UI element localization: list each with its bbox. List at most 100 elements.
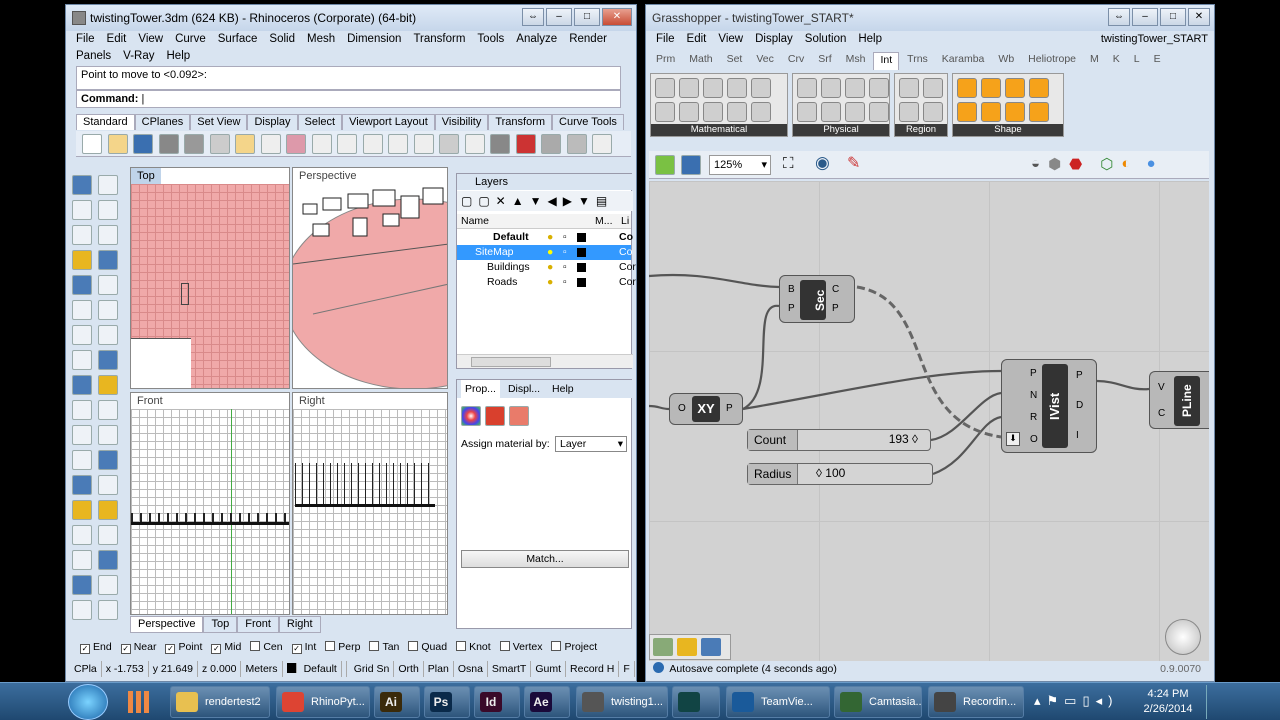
rhino-titlebar[interactable]: twistingTower.3dm (624 KB) - Rhinoceros …: [66, 5, 636, 31]
layer-row[interactable]: Roads ● ▫ Cor: [457, 275, 636, 290]
left-tool-icon[interactable]: [98, 275, 118, 295]
standard-tool-icon[interactable]: [158, 134, 179, 154]
taskbar-item[interactable]: Ae: [524, 686, 570, 718]
material-preview-icon[interactable]: ◐: [1121, 155, 1130, 173]
toolbar-tab-select[interactable]: Select: [297, 114, 343, 130]
gh-tab-wb[interactable]: Wb: [992, 52, 1020, 70]
rhino-menu-analyze[interactable]: Analyze: [516, 33, 557, 45]
selected-only-icon[interactable]: ⬣: [1069, 155, 1082, 173]
left-tool-icon[interactable]: [72, 175, 92, 195]
gh-close-button[interactable]: ✕: [1188, 8, 1210, 26]
ribbon-component-icon[interactable]: [899, 78, 919, 98]
osnap-checkbox[interactable]: ✓: [80, 644, 90, 654]
osnap-checkbox[interactable]: ✓: [120, 644, 131, 654]
pencil-icon[interactable]: [653, 638, 673, 656]
status-toggle[interactable]: Gumt: [531, 661, 567, 677]
toolbar-tab-set-view[interactable]: Set View: [190, 114, 248, 130]
rhino-menu-help[interactable]: Help: [167, 50, 191, 62]
left-tool-icon[interactable]: [98, 400, 118, 420]
clock[interactable]: 4:24 PM 2/26/2014: [1138, 687, 1198, 717]
toolbar-tab-transform[interactable]: Transform: [488, 114, 553, 130]
ribbon-group-label[interactable]: Region: [895, 124, 947, 136]
viewport-perspective-label[interactable]: Perspective: [293, 168, 362, 184]
osnap-point[interactable]: ✓ Point: [165, 641, 202, 654]
display-mode-icons[interactable]: ◒ ⬢ ⬣ ⬡ ◐ ●: [1031, 155, 1156, 173]
sketch-pen-icon[interactable]: ✎: [847, 153, 860, 173]
gh-tab-heliotrope[interactable]: Heliotrope: [1022, 52, 1082, 70]
viewport-tab-front[interactable]: Front: [237, 616, 279, 633]
ribbon-component-icon[interactable]: [727, 78, 747, 98]
ivist-component[interactable]: P N R O ⬇ IVist P D I: [1001, 359, 1097, 453]
viewport-perspective[interactable]: Perspective: [292, 167, 448, 389]
assign-material-select[interactable]: Layer ▾: [555, 436, 627, 452]
rhino-menu-solid[interactable]: Solid: [269, 33, 295, 45]
pline-component[interactable]: V C PLine: [1149, 371, 1209, 429]
left-tool-icon[interactable]: [72, 575, 92, 595]
taskbar-item[interactable]: Ai: [374, 686, 420, 718]
standard-tool-icon[interactable]: [82, 134, 102, 154]
standard-tool-icon[interactable]: [184, 134, 204, 154]
status-toggle[interactable]: Record H: [566, 661, 620, 677]
command-line[interactable]: Command: |: [76, 90, 621, 108]
gh-tab-prm[interactable]: Prm: [650, 52, 681, 70]
left-tool-icon[interactable]: [72, 275, 92, 295]
ribbon-group-label[interactable]: Mathematical: [651, 124, 787, 136]
left-tool-icon[interactable]: [72, 300, 92, 320]
left-tool-icon[interactable]: [98, 250, 118, 270]
osnap-knot[interactable]: Knot: [456, 641, 491, 653]
rhino-menu-curve[interactable]: Curve: [175, 33, 206, 45]
layer-visible-icon[interactable]: ●: [547, 275, 553, 290]
taskbar-item[interactable]: Camtasia...: [834, 686, 922, 718]
osnap-mid[interactable]: ✓ Mid: [211, 641, 241, 654]
ribbon-component-icon[interactable]: [727, 102, 747, 122]
left-tool-icon[interactable]: [72, 325, 92, 345]
osnap-near[interactable]: ✓ Near: [120, 641, 156, 654]
toolbar-tab-curve-tools[interactable]: Curve Tools: [552, 114, 624, 130]
layer-color-swatch[interactable]: [577, 233, 586, 242]
status-toggle[interactable]: SmartT: [488, 661, 532, 677]
viewport-front[interactable]: Front: [130, 392, 290, 615]
taskbar-item[interactable]: RhinoPyt...: [276, 686, 370, 718]
open-file-icon[interactable]: [655, 155, 675, 175]
viewport-front-label[interactable]: Front: [131, 393, 169, 409]
ribbon-group-label[interactable]: Shape: [953, 124, 1063, 136]
status-toggle[interactable]: Plan: [424, 661, 454, 677]
left-tool-icon[interactable]: [72, 500, 92, 520]
ribbon-component-icon[interactable]: [655, 78, 675, 98]
osnap-checkbox[interactable]: [551, 641, 562, 651]
standard-tool-icon[interactable]: [235, 134, 255, 154]
minimize-button[interactable]: –: [546, 8, 572, 26]
gh-menu-file[interactable]: File: [656, 33, 675, 45]
left-tool-icon[interactable]: [72, 400, 92, 420]
left-tool-icon[interactable]: [98, 350, 118, 370]
layer-visible-icon[interactable]: ●: [547, 230, 553, 245]
taskbar-item[interactable]: Ps: [424, 686, 470, 718]
props-tab[interactable]: Help: [548, 380, 578, 398]
gh-tab-math[interactable]: Math: [683, 52, 718, 70]
osnap-quad[interactable]: Quad: [408, 641, 447, 653]
viewport-right-label[interactable]: Right: [293, 393, 331, 409]
layers-scrollbar[interactable]: [457, 354, 633, 368]
viewport-right[interactable]: Right: [292, 392, 448, 615]
rhino-menu-dimension[interactable]: Dimension: [347, 33, 401, 45]
status-toggle[interactable]: Orth: [394, 661, 424, 677]
ribbon-component-icon[interactable]: [703, 102, 723, 122]
left-tool-icon[interactable]: [72, 200, 92, 220]
gh-canvas[interactable]: B P Sec C P O XY P P N R O ⬇ IVist P D I…: [649, 181, 1209, 661]
left-tool-icon[interactable]: [72, 225, 92, 245]
rhino-menu-edit[interactable]: Edit: [107, 33, 127, 45]
ribbon-component-icon[interactable]: [899, 102, 919, 122]
navigation-compass-icon[interactable]: [1165, 619, 1201, 655]
rhino-menu-render[interactable]: Render: [569, 33, 607, 45]
toolbar-tab-visibility[interactable]: Visibility: [434, 114, 489, 130]
ribbon-component-icon[interactable]: [957, 102, 977, 122]
gh-maximize-button[interactable]: □: [1160, 8, 1186, 26]
ribbon-component-icon[interactable]: [1029, 78, 1049, 98]
gh-tab-set[interactable]: Set: [721, 52, 749, 70]
rhino-menu-mesh[interactable]: Mesh: [307, 33, 335, 45]
ribbon-component-icon[interactable]: [1005, 78, 1025, 98]
left-tool-icon[interactable]: [72, 425, 92, 445]
standard-tool-icon[interactable]: [464, 134, 485, 154]
osnap-end[interactable]: ✓ End: [80, 641, 112, 654]
osnap-int[interactable]: ✓ Int: [291, 641, 316, 654]
